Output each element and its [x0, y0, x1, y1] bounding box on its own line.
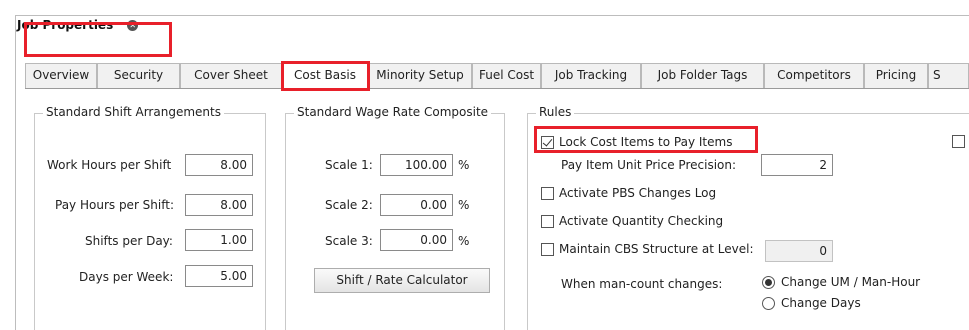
pbs-changes-log-checkbox[interactable] [541, 187, 554, 200]
scale-1-input[interactable]: 100.00 [380, 154, 453, 176]
cbs-structure-checkbox[interactable] [541, 243, 554, 256]
work-hours-input[interactable]: 8.00 [185, 154, 253, 176]
shift-arrangements-group: Standard Shift Arrangements [34, 105, 266, 330]
tab-overview[interactable]: Overview [25, 63, 97, 88]
tab-fuel-cost[interactable]: Fuel Cost [472, 63, 541, 88]
scale-1-unit: % [458, 158, 470, 172]
quantity-checking-label[interactable]: Activate Quantity Checking [559, 214, 723, 228]
work-hours-label: Work Hours per Shift [47, 158, 172, 172]
scale-3-label: Scale 3: [325, 234, 373, 248]
shifts-per-day-input[interactable]: 1.00 [185, 229, 253, 251]
scale-3-unit: % [458, 234, 470, 248]
tab-job-folder-tags[interactable]: Job Folder Tags [641, 63, 764, 88]
change-um-man-hour-radio[interactable] [762, 276, 775, 289]
wage-rate-group: Standard Wage Rate Composite [285, 105, 505, 330]
tab-security[interactable]: Security [97, 63, 180, 88]
wage-rate-title: Standard Wage Rate Composite [294, 105, 492, 119]
quantity-checking-checkbox[interactable] [541, 215, 554, 228]
tab-job-tracking[interactable]: Job Tracking [541, 63, 641, 88]
man-count-label: When man-count changes: [561, 277, 723, 291]
tab-minority-setup[interactable]: Minority Setup [368, 63, 472, 88]
scale-2-input[interactable]: 0.00 [380, 194, 453, 216]
highlight-document-tab [24, 22, 172, 57]
tab-overflow[interactable]: S [928, 63, 969, 88]
far-right-checkbox[interactable] [952, 135, 965, 148]
pbs-changes-log-label[interactable]: Activate PBS Changes Log [559, 186, 716, 200]
days-per-week-label: Days per Week: [79, 270, 174, 284]
highlight-lock-cost-items [534, 126, 758, 153]
tab-competitors[interactable]: Competitors [764, 63, 864, 88]
scale-3-input[interactable]: 0.00 [380, 229, 453, 251]
rules-title: Rules [536, 105, 575, 119]
scale-2-label: Scale 2: [325, 198, 373, 212]
change-days-label[interactable]: Change Days [781, 296, 861, 310]
shift-arrangements-title: Standard Shift Arrangements [43, 105, 224, 119]
scale-2-unit: % [458, 198, 470, 212]
change-um-man-hour-label[interactable]: Change UM / Man-Hour [781, 275, 920, 289]
tab-cover-sheet[interactable]: Cover Sheet [180, 63, 282, 88]
shift-rate-calculator-button[interactable]: Shift / Rate Calculator [314, 268, 490, 293]
pay-hours-label: Pay Hours per Shift: [55, 198, 175, 212]
change-days-radio[interactable] [762, 297, 775, 310]
tab-strip: Overview Security Cover Sheet Cost Basis… [25, 63, 969, 89]
scale-1-label: Scale 1: [325, 158, 373, 172]
unit-price-precision-label: Pay Item Unit Price Precision: [561, 158, 737, 172]
highlight-cost-basis-tab [281, 61, 370, 91]
unit-price-precision-input[interactable]: 2 [761, 154, 833, 176]
cbs-structure-label[interactable]: Maintain CBS Structure at Level: [559, 242, 754, 256]
days-per-week-input[interactable]: 5.00 [185, 265, 253, 287]
tab-pricing[interactable]: Pricing [864, 63, 928, 88]
shifts-per-day-label: Shifts per Day: [85, 234, 173, 248]
pay-hours-input[interactable]: 8.00 [185, 194, 253, 216]
cbs-level-input: 0 [765, 240, 833, 262]
